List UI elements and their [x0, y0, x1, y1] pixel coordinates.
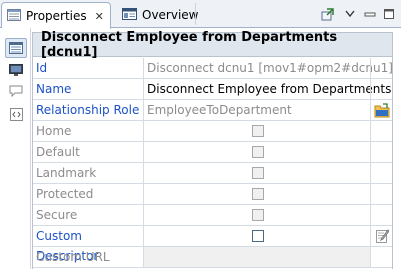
column-divider	[370, 121, 371, 142]
column-divider	[370, 226, 371, 247]
column-divider	[370, 247, 371, 268]
protected-checkbox[interactable]	[252, 188, 264, 200]
column-divider	[370, 184, 371, 205]
column-divider	[143, 184, 144, 205]
column-divider	[370, 79, 371, 100]
code-icon[interactable]	[5, 104, 27, 124]
property-label-custom-descriptor[interactable]: Custom Descriptor	[36, 226, 142, 263]
property-row-home: Home	[33, 121, 392, 142]
column-divider	[370, 142, 371, 163]
property-row-landmark: Landmark	[33, 163, 392, 184]
column-divider	[370, 58, 371, 79]
column-divider	[143, 121, 144, 142]
property-row-protected: Protected	[33, 184, 392, 205]
column-divider	[143, 205, 144, 226]
properties-tab-icon	[7, 8, 21, 24]
column-divider	[143, 79, 144, 100]
name-field[interactable]: Disconnect Employee from Departments	[147, 79, 391, 99]
column-divider	[143, 163, 144, 184]
properties-view-icon[interactable]	[5, 38, 27, 58]
view-menu-icon[interactable]	[345, 0, 355, 28]
tab-overview-label: Overview	[142, 8, 199, 22]
overview-tab-icon	[122, 7, 137, 23]
view-tab-bar: Properties ✕ Overview	[0, 0, 401, 29]
property-label-default: Default	[36, 145, 80, 159]
column-divider	[143, 100, 144, 121]
property-row-id: Id Disconnect dcnu1 [mov1#opm2#dcnu1]	[33, 58, 393, 79]
home-checkbox[interactable]	[252, 125, 264, 137]
custom-descriptor-checkbox[interactable]	[252, 230, 264, 242]
tab-separator	[195, 3, 196, 25]
minimize-icon[interactable]	[364, 0, 376, 28]
column-divider	[143, 226, 144, 247]
side-toolbar	[0, 28, 31, 269]
property-label-id[interactable]: Id	[36, 58, 142, 78]
relationship-role-value: EmployeeToDepartment	[147, 103, 292, 117]
id-value: Disconnect dcnu1 [mov1#opm2#dcnu1]	[147, 61, 393, 75]
property-row-default: Default	[33, 142, 392, 163]
property-row-secure: Secure	[33, 205, 392, 226]
monitor-icon[interactable]	[5, 60, 27, 80]
property-label-protected: Protected	[36, 187, 94, 201]
maximize-icon[interactable]	[383, 0, 395, 28]
property-label-name[interactable]: Name	[36, 79, 142, 99]
property-label-secure: Secure	[36, 208, 78, 222]
property-label-landmark: Landmark	[36, 166, 97, 180]
column-divider	[143, 58, 144, 79]
custom-url-name-field[interactable]	[144, 247, 370, 267]
page-title: Disconnect Employee from Departments [dc…	[33, 30, 392, 60]
close-tab-icon[interactable]: ✕	[95, 10, 104, 23]
tab-properties-label: Properties	[26, 9, 87, 23]
secure-checkbox[interactable]	[252, 209, 264, 221]
tab-properties[interactable]: Properties ✕	[1, 2, 111, 29]
column-divider	[370, 163, 371, 184]
column-divider	[370, 205, 371, 226]
property-row-name: Name Disconnect Employee from Department…	[33, 79, 392, 100]
comment-icon[interactable]	[5, 81, 27, 101]
role-browse-icon[interactable]	[373, 101, 391, 119]
property-row-custom-url-name: Custom URL Name	[33, 247, 392, 268]
property-row-custom-descriptor: Custom Descriptor	[33, 226, 392, 263]
properties-panel: Disconnect Employee from Departments [dc…	[32, 30, 393, 269]
column-divider	[143, 142, 144, 163]
panel-right-edge	[393, 28, 401, 269]
property-row-relationship-role: Relationship Role EmployeeToDepartment	[33, 100, 392, 121]
tab-overview[interactable]: Overview	[118, 2, 218, 28]
pin-icon[interactable]	[320, 0, 336, 28]
edit-descriptor-icon[interactable]	[373, 227, 391, 245]
property-label-custom-url-name: Custom URL Name	[36, 250, 110, 264]
column-divider	[370, 100, 371, 121]
landmark-checkbox[interactable]	[252, 167, 264, 179]
default-checkbox[interactable]	[252, 146, 264, 158]
property-label-home: Home	[36, 124, 72, 138]
property-label-relationship-role[interactable]: Relationship Role	[36, 100, 142, 120]
